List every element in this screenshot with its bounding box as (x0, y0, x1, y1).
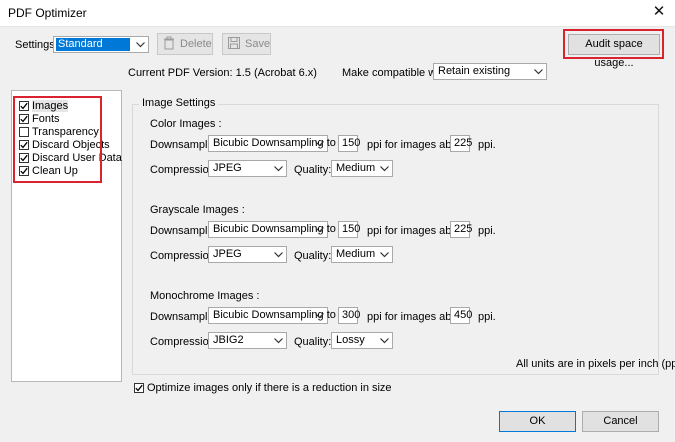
panel-checkbox[interactable] (19, 113, 29, 124)
chevron-down-icon (376, 333, 392, 348)
panel-item-label: Fonts (32, 112, 60, 125)
chevron-down-icon (311, 136, 327, 151)
panel-item-images[interactable]: Images (19, 99, 69, 112)
monochrome-quality-value: Lossy (336, 334, 365, 346)
chevron-down-icon (311, 308, 327, 323)
chevron-down-icon (376, 161, 392, 176)
grayscale-quality-value: Medium (336, 248, 376, 260)
grayscale-above-input[interactable]: 225 (450, 221, 472, 238)
checkmark-icon (20, 141, 28, 148)
checkmark-icon (20, 102, 28, 109)
chevron-down-icon (376, 247, 392, 262)
save-label: Save (245, 38, 271, 50)
panel-item-label: Transparency (32, 125, 99, 138)
color-compression-value: JPEG (213, 162, 242, 174)
panel-item-transparency[interactable]: Transparency (19, 125, 99, 138)
optimize-only-checkbox-row[interactable]: Optimize images only if there is a reduc… (134, 382, 392, 394)
monochrome-downsample-dropdown[interactable]: Bicubic Downsampling to (208, 307, 336, 324)
grayscale-quality-dropdown[interactable]: Medium (331, 246, 393, 263)
panel-checkbox[interactable] (19, 139, 29, 150)
monochrome-quality-label: Quality: (294, 336, 332, 348)
audit-space-usage-button[interactable]: Audit space usage... (568, 34, 660, 69)
panel-checkbox[interactable] (19, 152, 29, 163)
grayscale-ppi-input[interactable]: 150 (338, 221, 360, 238)
close-icon[interactable]: ✕ (649, 2, 669, 22)
units-note: All units are in pixels per inch (ppi). (516, 358, 675, 370)
panel-checkbox[interactable] (19, 165, 29, 176)
grayscale-compression-value: JPEG (213, 248, 242, 260)
monochrome-ppi-input[interactable]: 300 (338, 307, 360, 324)
grayscale-compression-dropdown[interactable]: JPEG (208, 246, 287, 263)
settings-label: Settings: (15, 39, 58, 51)
panel-item-discard-objects[interactable]: Discard Objects (19, 138, 110, 151)
checkmark-icon (20, 167, 28, 174)
trash-icon (162, 36, 176, 53)
checkmark-icon (20, 115, 28, 122)
floppy-disk-icon (227, 36, 241, 53)
monochrome-above-input[interactable]: 450 (450, 307, 472, 324)
current-pdf-version: Current PDF Version: 1.5 (Acrobat 6.x) (128, 67, 317, 79)
compatibility-dropdown[interactable]: Retain existing (433, 63, 547, 80)
settings-value: Standard (56, 38, 130, 51)
grayscale-downsample-dropdown[interactable]: Bicubic Downsampling to (208, 221, 336, 238)
delete-button[interactable]: Delete (157, 33, 213, 55)
save-button[interactable]: Save (222, 33, 271, 55)
panel-item-fonts[interactable]: Fonts (19, 112, 60, 125)
chevron-down-icon (270, 247, 286, 262)
image-settings-title: Image Settings (139, 97, 219, 109)
panel-checkbox[interactable] (19, 100, 29, 111)
chevron-down-icon (530, 64, 546, 79)
window-title: PDF Optimizer (8, 6, 87, 20)
grayscale-ppi-unit: ppi. (478, 225, 496, 237)
color-ppi-input[interactable]: 150 (338, 135, 360, 152)
ok-button[interactable]: OK (499, 411, 576, 432)
monochrome-downsample-label: Downsample: (150, 311, 217, 323)
panel-item-label: Discard User Data (32, 151, 122, 164)
grayscale-downsample-label: Downsample: (150, 225, 217, 237)
settings-dropdown[interactable]: Standard (53, 36, 149, 53)
panel-item-label: Clean Up (32, 164, 78, 177)
color-images-title: Color Images : (150, 118, 222, 130)
checkmark-icon (135, 384, 143, 392)
grayscale-quality-label: Quality: (294, 250, 332, 262)
color-quality-value: Medium (336, 162, 376, 174)
compatibility-value: Retain existing (438, 65, 511, 77)
monochrome-compression-dropdown[interactable]: JBIG2 (208, 332, 287, 349)
optimize-only-label: Optimize images only if there is a reduc… (147, 382, 392, 394)
chevron-down-icon (311, 222, 327, 237)
color-quality-dropdown[interactable]: Medium (331, 160, 393, 177)
monochrome-ppi-unit: ppi. (478, 311, 496, 323)
title-bar: PDF Optimizer ✕ (0, 0, 675, 27)
color-compression-dropdown[interactable]: JPEG (208, 160, 287, 177)
color-quality-label: Quality: (294, 164, 332, 176)
color-above-input[interactable]: 225 (450, 135, 472, 152)
monochrome-quality-dropdown[interactable]: Lossy (331, 332, 393, 349)
chevron-down-icon (270, 333, 286, 348)
grayscale-images-title: Grayscale Images : (150, 204, 245, 216)
monochrome-compression-value: JBIG2 (213, 334, 244, 346)
panel-item-discard-user-data[interactable]: Discard User Data (19, 151, 122, 164)
pdf-optimizer-dialog: PDF Optimizer ✕ Settings: Standard Delet… (0, 0, 675, 442)
monochrome-images-title: Monochrome Images : (150, 290, 260, 302)
panel-item-clean-up[interactable]: Clean Up (19, 164, 78, 177)
color-downsample-label: Downsample: (150, 139, 217, 151)
color-downsample-dropdown[interactable]: Bicubic Downsampling to (208, 135, 336, 152)
checkmark-icon (20, 154, 28, 161)
chevron-down-icon (132, 37, 148, 52)
panel-item-label: Discard Objects (32, 138, 110, 151)
optimize-only-checkbox[interactable] (134, 383, 144, 393)
delete-label: Delete (180, 38, 212, 50)
panel-checkbox[interactable] (19, 126, 29, 137)
chevron-down-icon (270, 161, 286, 176)
cancel-button[interactable]: Cancel (582, 411, 659, 432)
color-ppi-unit: ppi. (478, 139, 496, 151)
panel-item-label: Images (32, 99, 69, 112)
